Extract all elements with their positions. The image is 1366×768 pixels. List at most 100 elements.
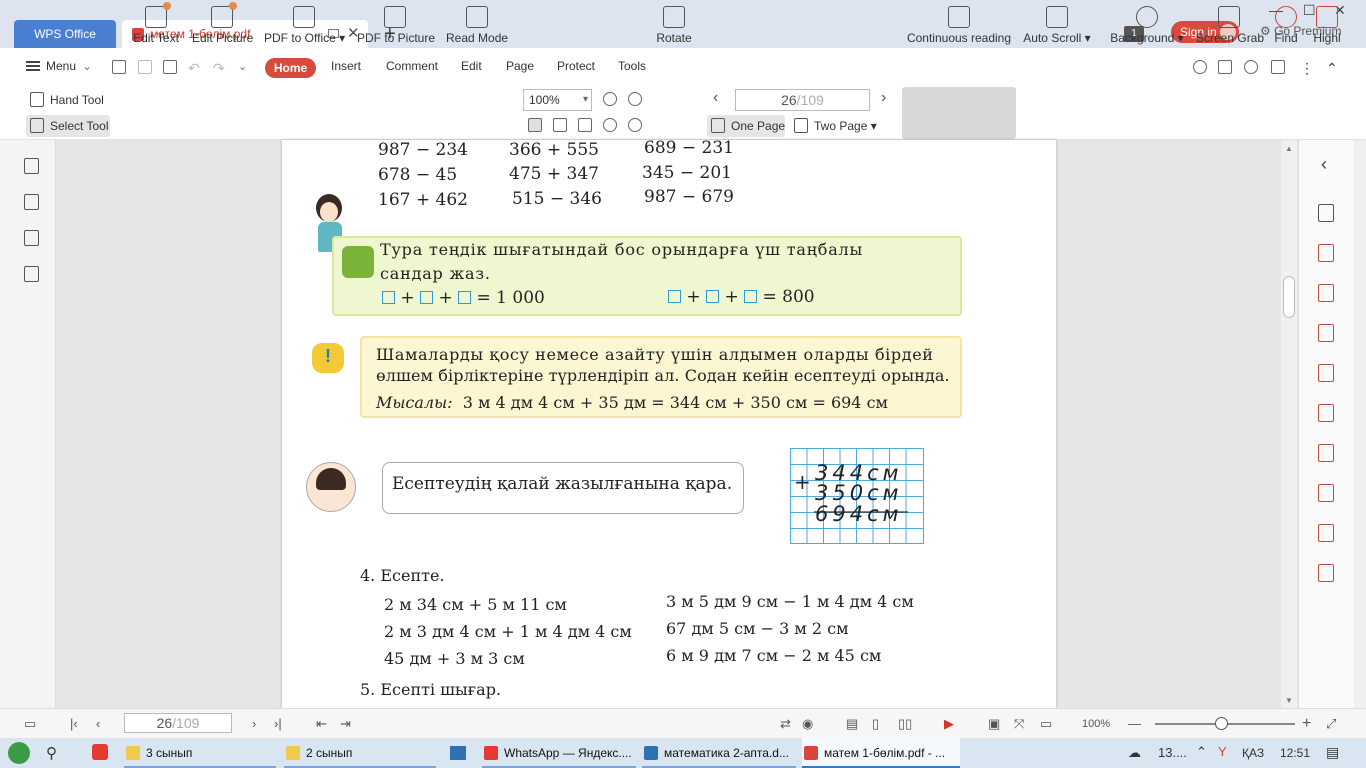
settings-icon[interactable] [1244,60,1258,74]
yandex-icon[interactable] [92,744,108,760]
thumbnail-icon[interactable] [24,194,39,210]
highlight-button[interactable]: Highl [1310,0,1344,56]
forward-view-icon[interactable]: ⇥ [340,709,351,739]
fullscreen-icon[interactable]: ⤢ [1326,709,1336,739]
clock[interactable]: 12:51 [1280,746,1310,760]
chevron-down-icon[interactable]: ⌄ [82,48,92,84]
yandex-tray-icon[interactable]: Y [1218,744,1227,759]
sidebar-toggle-icon[interactable]: ▭ [24,709,36,739]
tab-home[interactable]: Home [265,58,316,78]
scroll-down-icon[interactable]: ▼ [1285,696,1293,705]
print-icon[interactable] [1318,204,1334,222]
zoom-in-icon[interactable] [628,92,642,106]
two-page-button[interactable]: Two Page ▾ [790,115,880,137]
continuous-reading-content[interactable]: Continuous reading [902,0,1016,56]
pdf-to-picture-button[interactable]: PDF to Picture [357,0,435,56]
taskbar-item-whatsapp[interactable]: WhatsApp — Яндекс.... [482,738,636,768]
page-scrollbar[interactable]: ▲ ▼ [1281,140,1297,708]
rotate-left-icon[interactable] [603,118,617,132]
tab-tools[interactable]: Tools [618,48,646,84]
taskbar-item-pdf[interactable]: матем 1-бөлім.pdf - ... [802,738,960,768]
convert-ppt-icon[interactable] [1318,404,1334,422]
menu-button[interactable]: Menu [46,48,76,84]
customize-icon[interactable]: ⌄ [238,60,252,74]
attachment-icon[interactable] [24,266,39,282]
annotation-icon[interactable] [24,230,39,246]
taskbar-item-math-doc[interactable]: математика 2-апта.d... [642,738,796,768]
watermark-icon[interactable] [1318,524,1334,542]
notification-center-icon[interactable]: ▤ [1326,744,1339,761]
comment-icon[interactable] [1271,60,1285,74]
read-mode-button[interactable]: Read Mode [446,0,508,56]
eye-protect-icon[interactable]: ◉ [802,709,813,739]
screen-grab-button[interactable]: Screen Grab [1196,0,1264,56]
text-tool-icon[interactable] [1318,244,1334,262]
split-merge-icon[interactable] [1318,484,1334,502]
compress-icon[interactable] [1318,444,1334,462]
zoom-slider-handle[interactable] [1215,717,1228,730]
first-page-icon[interactable]: |‹ [70,709,78,739]
fit-page-icon[interactable] [553,118,567,132]
sign-icon[interactable] [1318,564,1334,582]
status-continuous-icon[interactable]: ▤ [846,709,858,739]
status-adjust-icon[interactable]: ⇄ [780,709,791,739]
background-button[interactable]: Background ▾ [1108,0,1186,56]
actual-size-icon[interactable] [528,118,542,132]
rotate-button[interactable]: Rotate [654,0,694,56]
status-next-page-icon[interactable]: › [252,709,256,739]
prev-page-icon[interactable]: ‹ [713,89,718,107]
rotate-right-icon[interactable] [628,118,642,132]
window-scrollbar[interactable] [1354,140,1366,708]
convert-word-icon[interactable] [1318,324,1334,342]
edit-picture-button[interactable]: Edit Picture [192,0,253,56]
zoom-out-icon[interactable] [603,92,617,106]
save-icon[interactable] [138,60,152,74]
collapse-panel-icon[interactable]: ‹ [1321,154,1327,175]
picture-tool-icon[interactable] [1318,284,1334,302]
status-fit-page-icon[interactable]: ⤧ [1014,709,1024,739]
scroll-thumb[interactable] [1283,276,1295,318]
print-icon[interactable] [163,60,177,74]
next-page-icon[interactable]: › [881,89,886,107]
scroll-up-icon[interactable]: ▲ [1285,144,1293,153]
status-zoom-in-icon[interactable]: + [1302,709,1311,739]
one-page-label-wrap[interactable]: One Page [707,115,787,137]
find-button[interactable]: Find [1270,0,1302,56]
hand-tool-button[interactable]: Hand Tool [26,89,108,111]
redo-icon[interactable]: ↷ [213,60,227,76]
share-user-icon[interactable] [1193,60,1207,74]
tray-text[interactable]: 13.... [1158,745,1187,760]
tray-expand-icon[interactable]: ⌃ [1196,744,1207,760]
tab-page[interactable]: Page [506,48,534,84]
taskbar-item-3-synyp[interactable]: 3 сынып [124,738,276,768]
zoom-select[interactable]: 100% [523,89,592,111]
bookmark-icon[interactable] [24,158,39,174]
page-number-field[interactable]: 26/109 [735,89,870,111]
undo-icon[interactable]: ↶ [188,60,202,76]
status-double-icon[interactable]: ▯▯ [898,709,912,739]
taskbar-item-2-synyp[interactable]: 2 сынып [284,738,436,768]
tab-protect[interactable]: Protect [557,48,595,84]
pdf-to-office-button[interactable]: PDF to Office ▾ [264,0,345,56]
status-zoom-out-icon[interactable]: — [1128,709,1141,739]
play-icon[interactable]: ▶ [944,709,954,739]
edit-text-button[interactable]: Edit Text [132,0,180,56]
open-folder-icon[interactable] [112,60,126,74]
weather-icon[interactable]: ☁ [1128,745,1141,761]
pdf-page[interactable]: 987 − 234 366 + 555 689 − 231 678 − 45 4… [282,140,1056,708]
last-page-icon[interactable]: ›| [274,709,282,739]
calculator-icon[interactable] [450,746,466,760]
status-prev-page-icon[interactable]: ‹ [96,709,100,739]
status-fit-width-icon[interactable]: ▭ [1040,709,1052,739]
tab-wps-office[interactable]: WPS Office [14,20,116,48]
hamburger-icon[interactable] [26,61,40,71]
status-single-icon[interactable]: ▯ [872,709,879,739]
more-icon[interactable]: ⋮ [1300,60,1314,76]
continuous-reading-button[interactable] [902,87,1016,139]
convert-excel-icon[interactable] [1318,364,1334,382]
status-actual-size-icon[interactable]: ▣ [988,709,1000,739]
auto-scroll-button[interactable]: Auto Scroll ▾ [1022,0,1092,56]
search-icon[interactable]: ⚲ [46,744,57,762]
export-icon[interactable] [1218,60,1232,74]
language-indicator[interactable]: ҚАЗ [1242,746,1264,760]
